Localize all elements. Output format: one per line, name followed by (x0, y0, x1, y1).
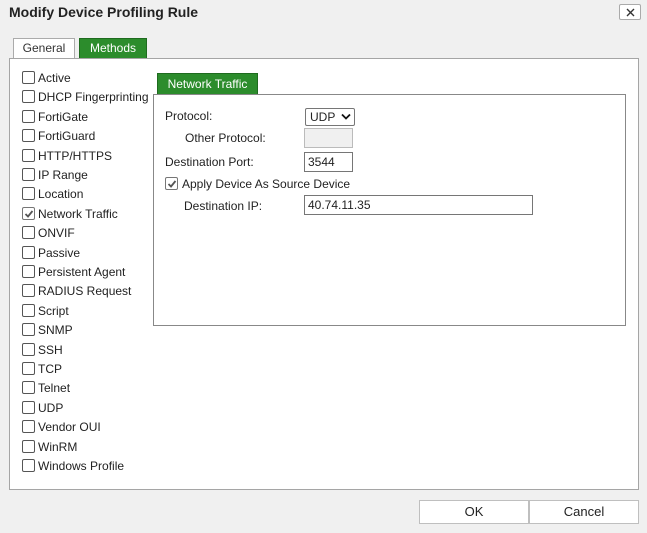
method-checkbox[interactable] (22, 149, 35, 162)
title-bar: Modify Device Profiling Rule (0, 0, 647, 25)
method-label: Vendor OUI (38, 420, 101, 434)
method-label: FortiGuard (38, 129, 96, 143)
method-checkbox[interactable] (22, 440, 35, 453)
tab-general[interactable]: General (13, 38, 75, 59)
method-label: WinRM (38, 440, 78, 454)
method-checkbox[interactable] (22, 459, 35, 472)
method-checkbox[interactable] (22, 71, 35, 84)
protocol-label: Protocol: (165, 109, 213, 123)
method-checkbox[interactable] (22, 381, 35, 394)
method-checkbox[interactable] (22, 323, 35, 336)
method-checkbox[interactable] (22, 207, 35, 220)
method-checkbox[interactable] (22, 401, 35, 414)
method-checkbox[interactable] (22, 265, 35, 278)
method-label: Passive (38, 246, 81, 260)
method-checkbox[interactable] (22, 226, 35, 239)
destination-ip-label: Destination IP: (184, 199, 263, 213)
protocol-select-value: UDP (310, 110, 336, 124)
method-label: SSH (38, 343, 63, 357)
destination-ip-input[interactable]: 40.74.11.35 (304, 195, 533, 215)
method-label: IP Range (38, 168, 88, 182)
apply-source-label: Apply Device As Source Device (182, 177, 351, 191)
method-checkbox[interactable] (22, 343, 35, 356)
method-label: Location (38, 187, 84, 201)
method-label: Network Traffic (38, 207, 118, 221)
method-label: UDP (38, 401, 64, 415)
method-checkbox[interactable] (22, 362, 35, 375)
method-label: Active (38, 71, 71, 85)
method-label: SNMP (38, 323, 73, 337)
tab-network-traffic[interactable]: Network Traffic (157, 73, 258, 95)
method-checkbox[interactable] (22, 110, 35, 123)
method-label: FortiGate (38, 110, 89, 124)
method-checkbox[interactable] (22, 304, 35, 317)
tab-methods[interactable]: Methods (79, 38, 147, 59)
other-protocol-input[interactable] (304, 128, 353, 148)
method-checkbox[interactable] (22, 168, 35, 181)
method-label: RADIUS Request (38, 284, 132, 298)
close-icon (626, 8, 635, 17)
method-label: Windows Profile (38, 459, 125, 473)
method-label: DHCP Fingerprinting (38, 90, 149, 104)
chevron-down-icon (341, 113, 351, 120)
method-checkbox[interactable] (22, 420, 35, 433)
network-traffic-panel: Protocol: UDP Other Protocol: Destinatio… (153, 94, 626, 326)
methods-panel: Active DHCP Fingerprinting FortiGate FortiG… (9, 58, 639, 490)
method-label: Telnet (38, 381, 71, 395)
method-checkbox[interactable] (22, 129, 35, 142)
method-label: HTTP/HTTPS (38, 149, 112, 163)
dialog-title: Modify Device Profiling Rule (9, 4, 199, 20)
other-protocol-label: Other Protocol: (185, 131, 266, 145)
method-checkbox[interactable] (22, 90, 35, 103)
method-checkbox[interactable] (22, 246, 35, 259)
close-button[interactable] (619, 4, 641, 20)
method-label: ONVIF (38, 226, 75, 240)
destination-port-input[interactable]: 3544 (304, 152, 353, 172)
method-label: Persistent Agent (38, 265, 126, 279)
method-checkbox[interactable] (22, 187, 35, 200)
method-checkbox[interactable] (22, 284, 35, 297)
method-label: TCP (38, 362, 62, 376)
destination-port-label: Destination Port: (165, 155, 254, 169)
apply-source-checkbox[interactable] (165, 177, 178, 190)
method-label: Script (38, 304, 69, 318)
checkmark-icon (167, 180, 177, 188)
protocol-select[interactable]: UDP (305, 108, 355, 126)
checkmark-icon (24, 210, 34, 218)
ok-button[interactable]: OK (419, 500, 529, 524)
cancel-button[interactable]: Cancel (529, 500, 639, 524)
